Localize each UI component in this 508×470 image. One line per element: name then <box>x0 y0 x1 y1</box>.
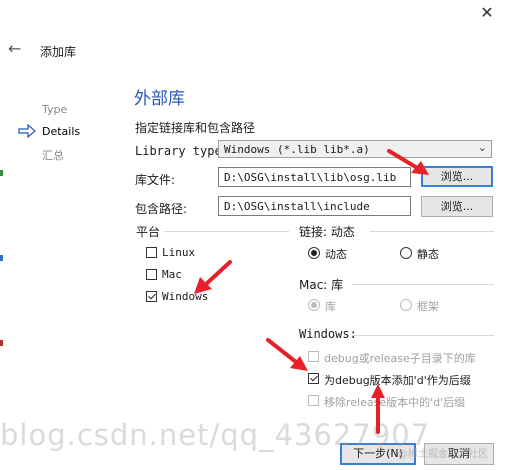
annotation-arrow-icon <box>194 260 232 294</box>
mac-library-radio[interactable] <box>308 299 320 311</box>
linux-checkbox[interactable] <box>146 247 157 258</box>
edge-marker <box>0 170 3 176</box>
add-d-suffix-label: 为debug版本添加'd'作为后缀 <box>324 374 471 387</box>
browse-include-button[interactable]: 浏览... <box>421 196 493 217</box>
step-type: Type <box>42 103 68 116</box>
platform-group-label: 平台 <box>136 225 161 239</box>
divider <box>352 335 494 336</box>
chevron-down-icon: ⌄ <box>477 141 487 154</box>
remove-d-suffix-checkbox[interactable] <box>308 395 319 406</box>
include-path-input[interactable]: D:\OSG\install\include <box>218 196 411 216</box>
close-button[interactable]: ✕ <box>476 3 498 23</box>
page-subtitle: 指定链接库和包含路径 <box>135 121 256 135</box>
watermark-small: @稀土掘金技术社区 <box>398 449 488 460</box>
divider <box>352 284 494 285</box>
left-edge <box>0 0 3 470</box>
watermark: blog.csdn.net/qq_43627907 <box>0 418 431 452</box>
include-path-value: D:\OSG\install\include <box>224 200 370 213</box>
subdir-label: debug或release子目录下的库 <box>324 352 476 365</box>
dynamic-radio[interactable] <box>308 247 320 259</box>
arrow-right-icon <box>18 124 36 138</box>
windows-checkbox[interactable] <box>146 291 157 302</box>
mac-checkbox[interactable] <box>146 269 157 280</box>
divider <box>370 231 494 232</box>
library-file-input[interactable]: D:\OSG\install\lib\osg.lib <box>218 167 411 187</box>
annotation-arrow-icon <box>371 384 385 434</box>
library-type-value: Windows (*.lib lib*.a) <box>224 143 370 156</box>
library-file-label: 库文件: <box>135 173 176 187</box>
step-summary: 汇总 <box>42 149 64 162</box>
wizard-title: 添加库 <box>40 45 77 59</box>
close-icon: ✕ <box>480 3 494 22</box>
divider <box>164 231 289 232</box>
edge-marker <box>0 340 3 346</box>
include-path-label: 包含路径: <box>135 202 188 216</box>
edge-marker <box>0 255 3 261</box>
arrow-left-icon: ← <box>8 39 22 58</box>
remove-d-suffix-label: 移除release版本中的'd'后缀 <box>324 396 466 409</box>
static-label: 静态 <box>417 248 439 261</box>
mac-framework-radio[interactable] <box>400 299 412 311</box>
linkage-group-label: 链接: 动态 <box>299 225 355 239</box>
library-file-value: D:\OSG\install\lib\osg.lib <box>224 171 397 184</box>
mac-framework-label: 框架 <box>417 300 439 313</box>
annotation-arrow-icon <box>387 149 429 175</box>
mac-label: Mac <box>162 268 182 281</box>
annotation-arrow-icon <box>266 338 308 371</box>
static-radio[interactable] <box>400 247 412 259</box>
step-details: Details <box>42 125 81 138</box>
mac-group-label: Mac: 库 <box>299 278 344 292</box>
back-button[interactable]: ← <box>8 40 26 58</box>
page-title: 外部库 <box>134 89 185 109</box>
dynamic-label: 动态 <box>325 248 347 261</box>
library-type-select[interactable]: Windows (*.lib lib*.a) ⌄ <box>218 140 492 158</box>
library-type-label: Library type: <box>135 144 229 158</box>
mac-library-label: 库 <box>325 300 336 313</box>
